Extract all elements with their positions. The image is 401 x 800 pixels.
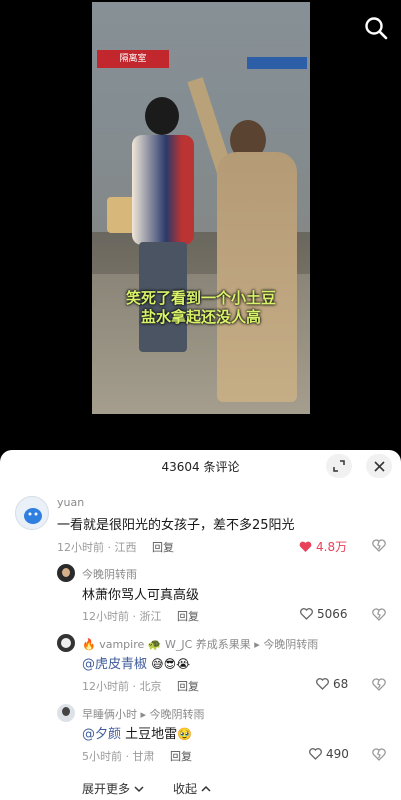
expand-icon [333, 460, 345, 472]
reply-meta: 12小时前 · 北京 回复 [82, 678, 199, 694]
like-button[interactable]: 5066 [300, 607, 348, 621]
video-frame[interactable]: 隔离室 笑死了看到一个小土豆 盐水拿起还没人高 [92, 2, 310, 414]
like-button[interactable]: 490 [309, 747, 349, 761]
search-icon[interactable] [363, 15, 389, 41]
like-count: 490 [326, 747, 349, 761]
person-girl [187, 77, 307, 402]
close-button[interactable] [366, 454, 392, 478]
dislike-icon[interactable] [372, 678, 386, 691]
comments-sheet: 43604 条评论 yuan 一看就是很阳光的女孩子，差不多25阳光 12小时前… [0, 450, 401, 800]
reply-body: 土豆地雷 [125, 727, 178, 742]
comment-meta: 12小时前 · 江西 回复 [57, 539, 174, 555]
dislike-icon[interactable] [372, 748, 386, 761]
reply-button[interactable]: 回复 [177, 680, 199, 693]
video-player[interactable]: 隔离室 笑死了看到一个小土豆 盐水拿起还没人高 [0, 0, 401, 450]
reply-to-username[interactable]: 今晚阴转雨 [150, 708, 205, 721]
chevron-up-icon [201, 785, 211, 792]
reply-meta: 12小时前 · 浙江 回复 [82, 608, 199, 624]
comment-text: 一看就是很阳光的女孩子，差不多25阳光 [57, 518, 295, 533]
avatar[interactable] [57, 564, 75, 582]
avatar[interactable] [57, 634, 75, 652]
like-count: 4.8万 [316, 540, 348, 554]
like-button[interactable]: 4.8万 [299, 538, 347, 555]
emoji-group: 😅😎😭 [151, 657, 191, 671]
reply-username-2[interactable]: W_JC 养成系果果 [165, 638, 251, 651]
dislike-icon[interactable] [372, 539, 386, 552]
expand-more-label: 展开更多 [82, 782, 131, 796]
reply-time: 5小时前 · 甘肃 [82, 750, 155, 763]
reply-to-username[interactable]: 今晚阴转雨 [263, 638, 318, 651]
fire-icon: 🔥 [82, 638, 96, 651]
mention-link[interactable]: @夕颜 [82, 727, 121, 742]
subtitle-line-2: 盐水拿起还没人高 [140, 308, 261, 326]
reply-username[interactable]: 今晚阴转雨 [82, 566, 137, 582]
reply-text: 林萧你骂人可真高级 [82, 588, 200, 603]
comment-username[interactable]: yuan [57, 496, 84, 509]
reply-arrow-icon: ▸ [140, 708, 150, 721]
heart-icon [316, 678, 329, 690]
mention-link[interactable]: @虎皮青椒 [82, 657, 147, 672]
dislike-icon[interactable] [372, 608, 386, 621]
reply-meta: 5小时前 · 甘肃 回复 [82, 748, 192, 764]
heart-icon [309, 748, 322, 760]
reply-text: @夕颜 土豆地雷🥹 [82, 723, 192, 742]
expand-button[interactable] [326, 454, 352, 478]
reply-username[interactable]: 早睡俩小时 [82, 708, 137, 721]
chevron-down-icon [134, 785, 144, 792]
avatar[interactable] [57, 704, 75, 722]
heart-icon [300, 608, 313, 620]
reply-username-line: 🔥 vampire 🐢 W_JC 养成系果果 ▸ 今晚阴转雨 [82, 636, 318, 652]
reply-text: @虎皮青椒 😅😎😭 [82, 653, 190, 672]
avatar[interactable] [15, 496, 49, 530]
collapse-button[interactable]: 收起 [173, 780, 211, 797]
like-count: 5066 [317, 607, 348, 621]
comment-time: 12小时前 · 江西 [57, 541, 137, 554]
expand-more-button[interactable]: 展开更多 [82, 780, 144, 797]
reply-arrow-icon: ▸ [254, 638, 264, 651]
reply-button[interactable]: 回复 [152, 541, 174, 554]
comments-header: 43604 条评论 [0, 450, 401, 482]
reply-button[interactable]: 回复 [177, 610, 199, 623]
like-count: 68 [333, 677, 349, 691]
collapse-label: 收起 [173, 782, 198, 796]
reply-time: 12小时前 · 浙江 [82, 610, 162, 623]
turtle-icon: 🐢 [147, 638, 162, 651]
heart-filled-icon [299, 541, 312, 552]
like-button[interactable]: 68 [316, 677, 348, 691]
reply-username[interactable]: vampire [99, 638, 144, 651]
reply-time: 12小时前 · 北京 [82, 680, 162, 693]
avatar-icon [24, 508, 42, 524]
room-sign: 隔离室 [97, 50, 169, 68]
blue-sign [247, 57, 307, 69]
emoji-group: 🥹 [177, 727, 193, 741]
reply-button[interactable]: 回复 [170, 750, 192, 763]
reply-username-line: 早睡俩小时 ▸ 今晚阴转雨 [82, 706, 205, 722]
close-icon [373, 460, 385, 472]
subtitle-line-1: 笑死了看到一个小土豆 [125, 289, 276, 307]
